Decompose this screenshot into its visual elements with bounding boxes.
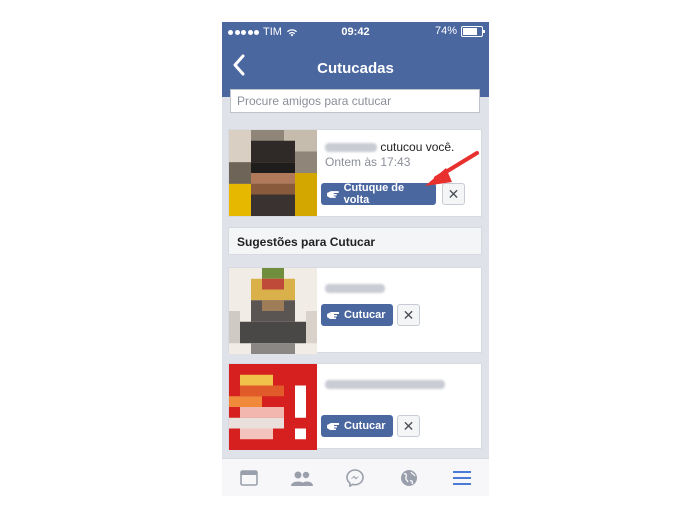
avatar [229,268,317,354]
close-icon: ✕ [402,306,415,323]
tab-notifications[interactable] [397,466,421,490]
pixelated-photo [229,130,317,216]
menu-icon [453,471,472,485]
poke-button-label: Cutucar [344,420,386,432]
status-bar: TIM 09:42 74% [222,22,489,42]
poke-button[interactable]: Cutucar [321,415,393,437]
poke-card: cutucou você. Ontem às 17:43 Cutuque de … [228,129,482,217]
tab-bar [222,458,489,496]
close-icon: ✕ [447,185,460,202]
close-icon: ✕ [402,417,415,434]
search-placeholder: Procure amigos para cutucar [237,94,392,108]
poke-message: cutucou você. [325,140,454,154]
battery-indicator: 74% [434,25,485,37]
poke-timestamp: Ontem às 17:43 [325,155,411,169]
tab-feed[interactable] [237,466,261,490]
suggestion-card: Cutucar ✕ [228,267,482,354]
blurred-name [325,284,385,294]
poke-hand-icon [327,191,339,198]
search-input[interactable]: Procure amigos para cutucar [230,89,480,113]
friends-icon [291,471,314,486]
tab-messenger[interactable] [343,466,367,490]
poke-back-button[interactable]: Cutuque de volta [321,182,436,206]
poke-hand-icon [327,423,339,430]
suggestions-title: Sugestões para Cutucar [237,235,376,249]
battery-icon [461,25,485,37]
messenger-icon [346,469,365,487]
dismiss-button[interactable]: ✕ [397,304,420,326]
poke-action-text: cutucou você. [380,140,455,154]
poke-hand-icon [327,312,339,319]
suggestions-header: Sugestões para Cutucar [228,227,482,255]
poke-button[interactable]: Cutucar [321,304,393,326]
phone-screen: TIM 09:42 74% Cutucadas Procure amigos p… [222,22,489,496]
poke-back-label: Cutuque de volta [343,182,405,206]
poke-button-label: Cutucar [344,309,386,321]
tab-menu[interactable] [450,466,474,490]
avatar [229,364,317,450]
blurred-name [325,380,445,390]
globe-icon [400,470,417,486]
pixelated-photo [229,268,317,354]
feed-icon [239,470,258,486]
pixelated-photo [229,364,317,450]
blurred-name [325,143,377,153]
page-title: Cutucadas [317,60,394,77]
tab-friends[interactable] [290,466,314,490]
dismiss-button[interactable]: ✕ [397,415,420,437]
dismiss-button[interactable]: ✕ [442,183,465,205]
suggestion-card: Cutucar ✕ [228,363,482,450]
avatar [229,130,317,216]
suggestion-name [325,280,385,298]
suggestion-name [325,376,445,394]
battery-percent: 74% [434,25,457,37]
